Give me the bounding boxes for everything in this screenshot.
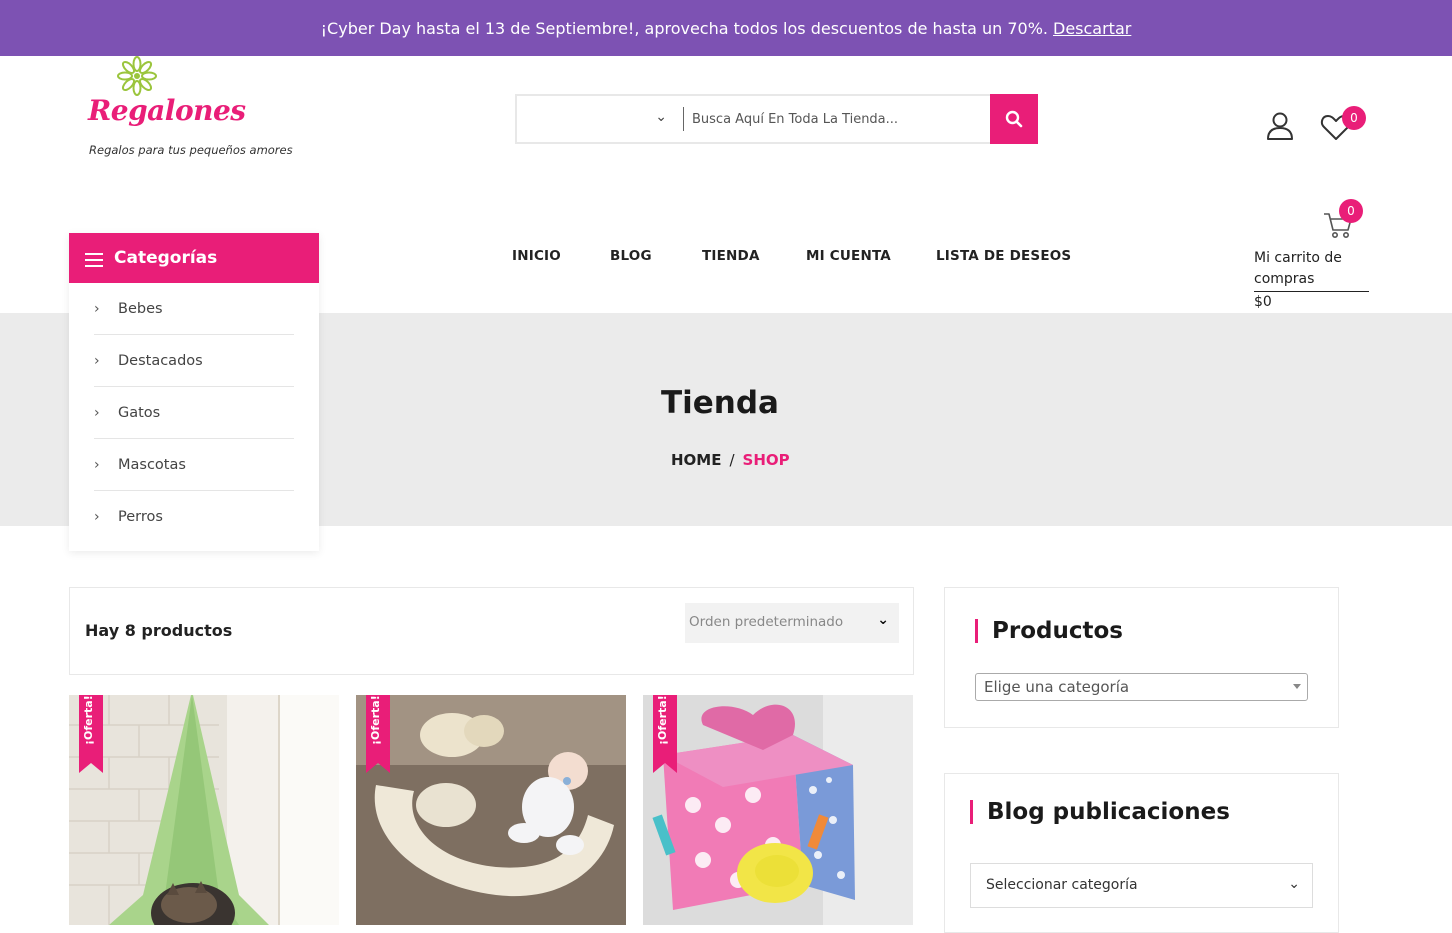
nav-item-lista-de-deseos[interactable]: LISTA DE DESEOS [936, 248, 1071, 264]
blog-widget-title: Blog publicaciones [970, 800, 1230, 824]
dismiss-link[interactable]: Descartar [1053, 19, 1131, 38]
product-count: Hay 8 productos [85, 621, 233, 640]
categories-title: Categorías [114, 248, 218, 268]
chevron-right-icon: › [94, 300, 100, 317]
search-category-select[interactable]: ⌄ [517, 96, 683, 142]
product-category-select[interactable]: Elige una categoría [975, 673, 1308, 701]
search-input[interactable] [684, 96, 991, 142]
category-item-perros[interactable]: › Perros [94, 491, 294, 543]
nav-item-tienda[interactable]: TIENDA [702, 248, 760, 264]
flower-icon [117, 56, 157, 96]
blog-category-value: Seleccionar categoría [986, 877, 1138, 893]
sale-badge-label: ¡Oferta! [82, 695, 95, 745]
sale-badge-label: ¡Oferta! [369, 695, 382, 745]
products-widget-title: Productos [975, 619, 1123, 643]
breadcrumb: HOME / SHOP [671, 451, 790, 469]
product-image-fabric-cube[interactable] [643, 695, 913, 925]
logo-tagline: Regalos para tus pequeños amores [89, 143, 293, 157]
search-button[interactable] [990, 94, 1038, 144]
product-image-cat-tent[interactable] [69, 695, 339, 925]
category-item-destacados[interactable]: › Destacados [94, 335, 294, 387]
chevron-right-icon: › [94, 352, 100, 369]
chevron-down-icon: ⌄ [1288, 876, 1300, 892]
chevron-right-icon: › [94, 404, 100, 421]
breadcrumb-current: SHOP [742, 451, 790, 469]
nav-item-inicio[interactable]: INICIO [512, 248, 561, 264]
sale-badge: ¡Oferta! [366, 695, 390, 773]
nav-item-mi-cuenta[interactable]: MI CUENTA [806, 248, 891, 264]
cart-total: $0 [1254, 294, 1272, 310]
product-category-value: Elige una categoría [984, 678, 1130, 696]
breadcrumb-separator: / [729, 451, 735, 469]
menu-icon [85, 253, 103, 267]
orderby-select[interactable]: Orden predeterminado ⌄ [685, 603, 899, 643]
blog-widget: Blog publicaciones Seleccionar categoría… [944, 773, 1339, 933]
blog-category-select[interactable]: Seleccionar categoría ⌄ [970, 863, 1313, 908]
category-item-mascotas[interactable]: › Mascotas [94, 439, 294, 491]
announcement-bar: ¡Cyber Day hasta el 13 de Septiembre!, a… [0, 0, 1452, 56]
category-item-gatos[interactable]: › Gatos [94, 387, 294, 439]
chevron-right-icon: › [94, 509, 100, 525]
categories-toggle[interactable]: Categorías [69, 233, 319, 283]
category-label: Bebes [118, 300, 163, 317]
product-image-nursing-pillow[interactable] [356, 695, 626, 925]
cart-count-badge: 0 [1339, 199, 1363, 223]
chevron-down-icon: ⌄ [655, 109, 667, 125]
logo-name: Regalones [88, 94, 246, 127]
categories-list: › Bebes › Destacados › Gatos › Mascotas › Per… [69, 283, 319, 543]
chevron-right-icon: › [94, 456, 100, 473]
categories-menu: Categorías › Bebes › Destacados › Gatos › Ma… [69, 233, 319, 551]
orderby-value: Orden predeterminado [689, 614, 844, 630]
search-bar: ⌄ [515, 94, 1038, 144]
product-card[interactable]: ¡Oferta! [69, 695, 339, 925]
breadcrumb-home[interactable]: HOME [671, 451, 721, 469]
site-logo[interactable]: Regalones Regalos para tus pequeños amor… [86, 56, 306, 166]
category-label: Mascotas [118, 456, 186, 473]
products-widget: Productos Elige una categoría [944, 587, 1339, 728]
sale-badge-label: ¡Oferta! [656, 695, 669, 745]
product-card[interactable]: ¡Oferta! [643, 695, 913, 925]
sale-badge: ¡Oferta! [79, 695, 103, 773]
category-label: Gatos [118, 404, 161, 421]
category-item-bebes[interactable]: › Bebes [94, 283, 294, 335]
chevron-down-icon: ⌄ [877, 612, 889, 628]
shop-toolbar: Hay 8 productos Orden predeterminado ⌄ [69, 587, 914, 675]
wishlist-count-badge: 0 [1342, 106, 1366, 130]
sale-badge: ¡Oferta! [653, 695, 677, 773]
triangle-down-icon [1293, 684, 1301, 689]
category-label: Perros [118, 509, 163, 525]
product-card[interactable]: ¡Oferta! [356, 695, 626, 925]
announcement-text: ¡Cyber Day hasta el 13 de Septiembre!, a… [320, 18, 1048, 38]
category-label: Destacados [118, 352, 203, 369]
search-icon [1005, 110, 1023, 128]
nav-item-blog[interactable]: BLOG [610, 248, 652, 264]
user-icon[interactable] [1264, 110, 1296, 142]
